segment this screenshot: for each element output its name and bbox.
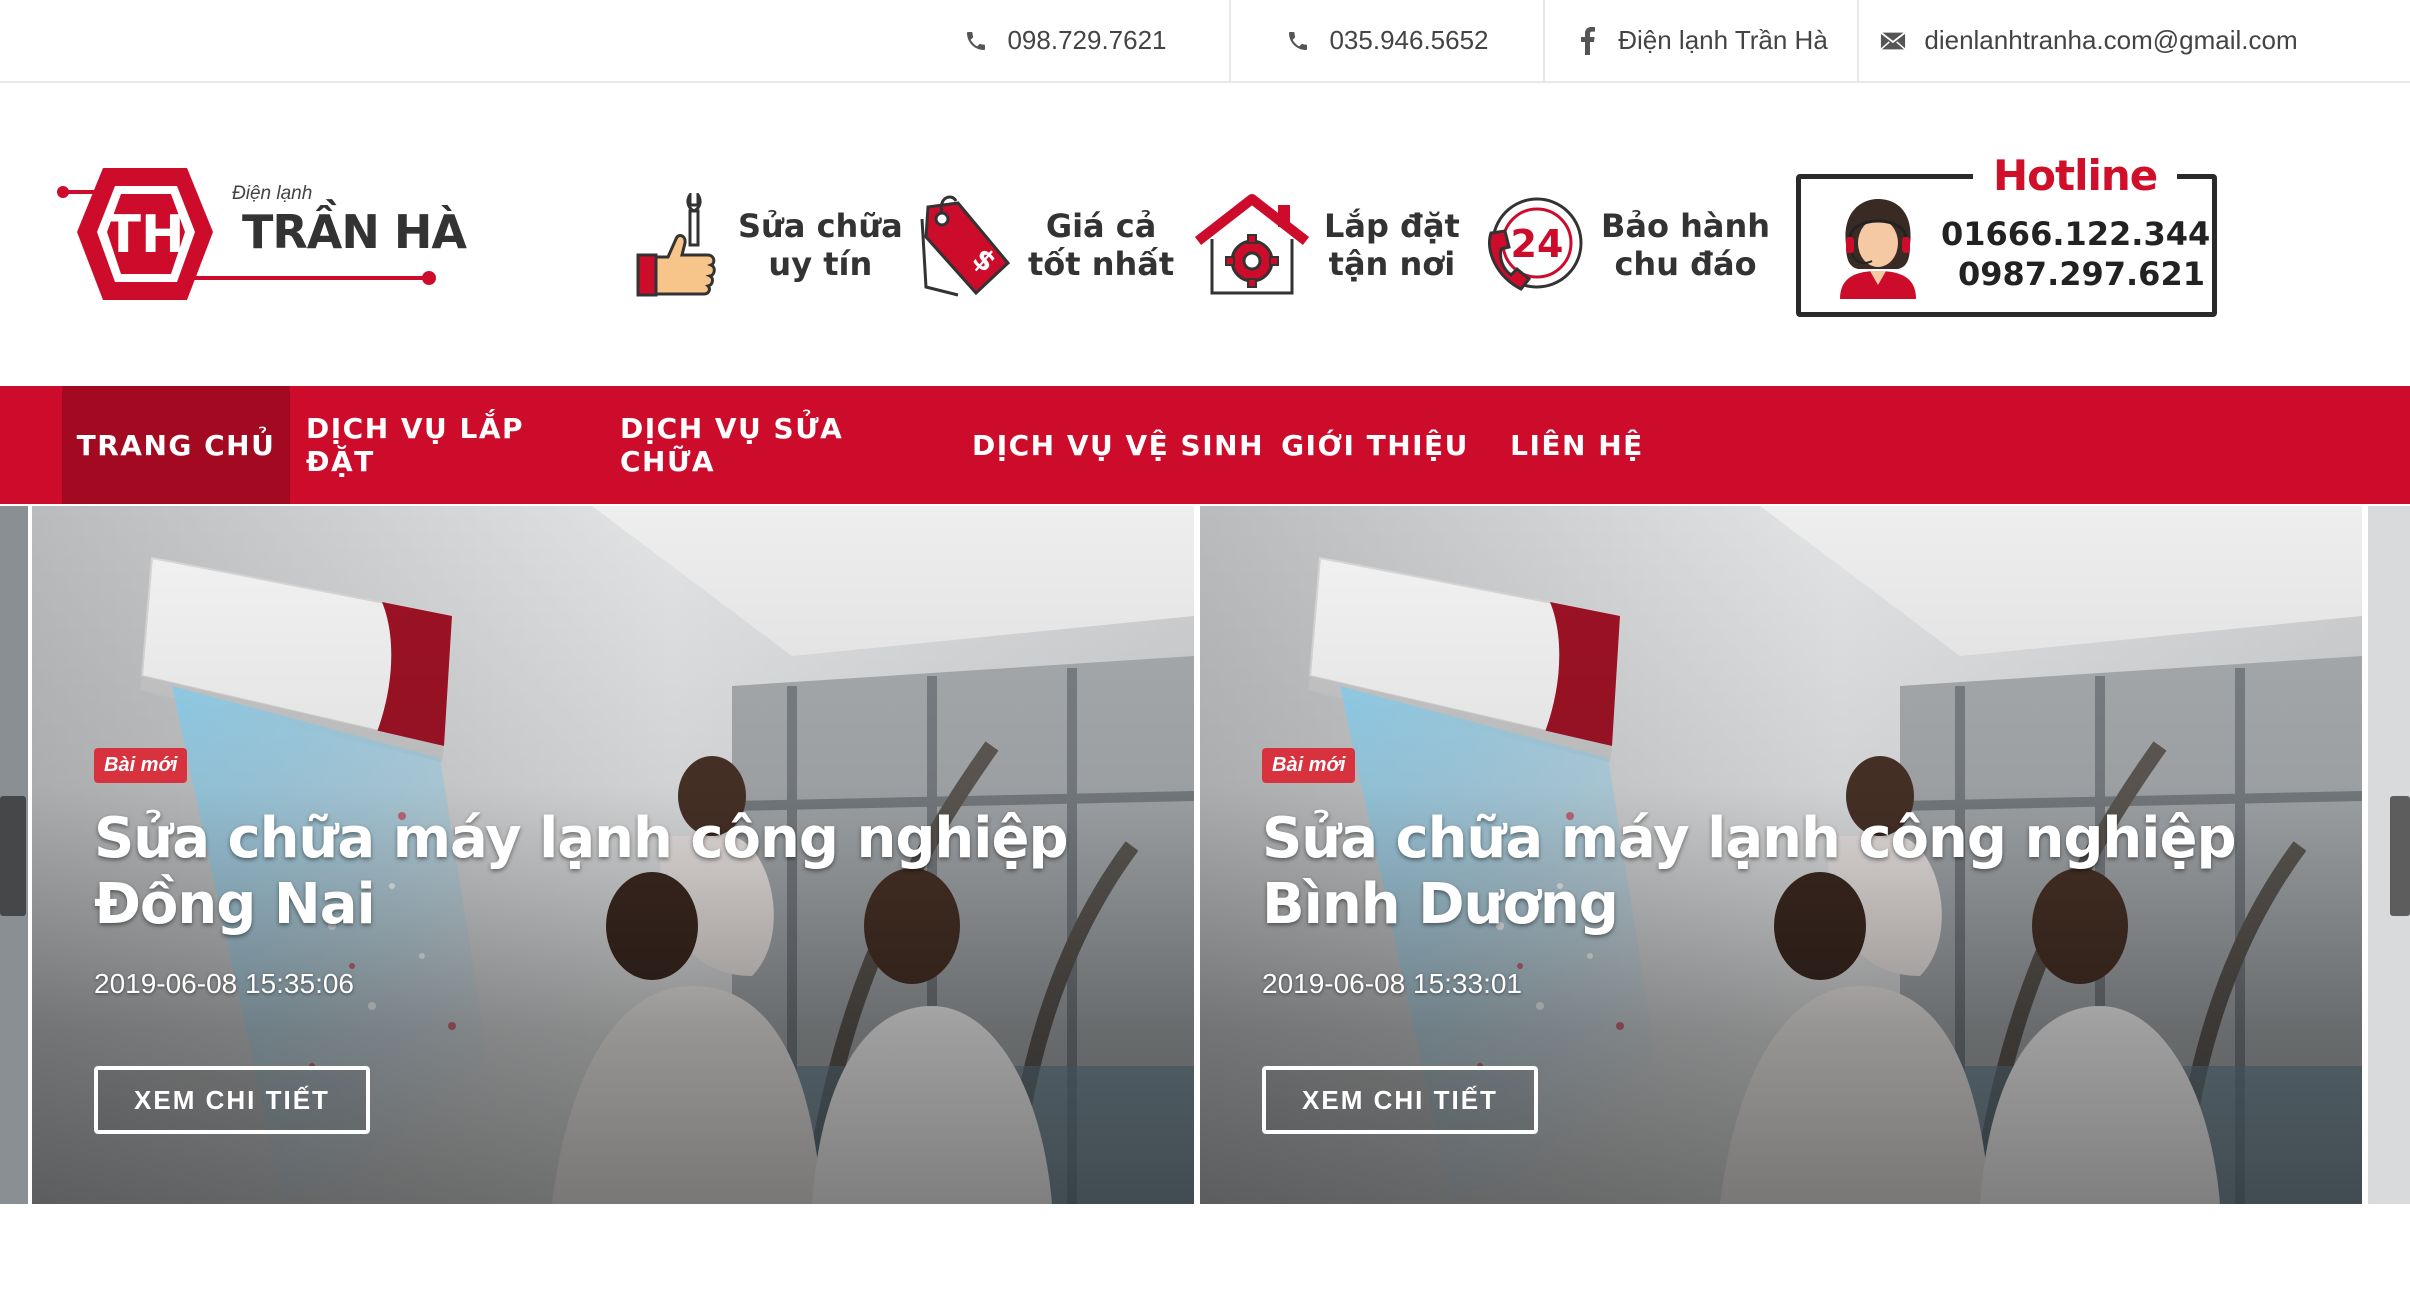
- support-24-icon: 24: [1488, 197, 1583, 291]
- email-link[interactable]: dienlanhtranha.com@gmail.com: [1859, 0, 2319, 81]
- phone-1-text: 098.729.7621: [1007, 25, 1167, 55]
- nav-installation[interactable]: DỊCH VỤ LẮP ĐẶT: [306, 386, 582, 504]
- phone-icon: [1285, 28, 1311, 54]
- nav-contact[interactable]: LIÊN HỆ: [1502, 386, 1652, 504]
- nav-repair[interactable]: DỊCH VỤ SỬA CHỮA: [620, 386, 940, 504]
- post-slider: Bài mới Sửa chữa máy lạnh công nghiệp Đồ…: [0, 506, 2410, 1204]
- price-tag-icon: $: [920, 195, 1011, 297]
- feature-line: chu đáo: [1614, 245, 1757, 283]
- nav-about[interactable]: GIỚI THIỆU: [1280, 386, 1470, 504]
- slide-date: 2019-06-08 15:35:06: [94, 968, 354, 999]
- main-nav: TRANG CHỦ DỊCH VỤ LẮP ĐẶT DỊCH VỤ SỬA CH…: [0, 386, 2410, 504]
- thumbs-up-wrench-icon: [636, 193, 716, 297]
- slider-prev-button[interactable]: [0, 796, 26, 916]
- slide-card[interactable]: Bài mới Sửa chữa máy lạnh công nghiệp Đồ…: [32, 506, 1194, 1204]
- hotline-number-1[interactable]: 01666.122.344: [1941, 215, 2210, 253]
- phone-icon: [963, 28, 989, 54]
- read-more-button[interactable]: XEM CHI TIẾT: [94, 1066, 370, 1134]
- feature-line: uy tín: [768, 245, 873, 283]
- slide-title[interactable]: Sửa chữa máy lạnh công nghiệp Bình Dương: [1262, 806, 2302, 938]
- feature-line: Bảo hành: [1601, 207, 1771, 245]
- support-agent-icon: [1840, 199, 1916, 299]
- logo-monogram: TH: [106, 205, 185, 265]
- slide-title[interactable]: Sửa chữa máy lạnh công nghiệp Đồng Nai: [94, 806, 1134, 938]
- feature-line: Sửa chữa: [738, 207, 903, 245]
- read-more-button[interactable]: XEM CHI TIẾT: [1262, 1066, 1538, 1134]
- nav-cleaning[interactable]: DỊCH VỤ VỆ SINH: [968, 386, 1268, 504]
- slider-next-button[interactable]: [2390, 796, 2410, 916]
- phone-1[interactable]: 098.729.7621: [900, 0, 1230, 81]
- new-post-badge: Bài mới: [94, 748, 188, 783]
- feature-warranty: 24 Bảo hành chu đáo: [1485, 190, 1770, 300]
- hotline-number-2[interactable]: 0987.297.621: [1958, 255, 2205, 293]
- feature-install: Lắp đặt tận nơi: [1194, 190, 1460, 300]
- svg-text:24: 24: [1511, 222, 1564, 266]
- hotline-title: Hotline: [1973, 151, 2178, 200]
- new-post-badge: Bài mới: [1262, 748, 1356, 783]
- feature-line: tận nơi: [1328, 245, 1456, 283]
- feature-line: tốt nhất: [1028, 245, 1175, 283]
- facebook-link[interactable]: Điện lạnh Trần Hà: [1545, 0, 1857, 81]
- feature-price: $ Giá cả tốt nhất: [918, 190, 1174, 300]
- slide-date: 2019-06-08 15:33:01: [1262, 968, 1522, 999]
- facebook-icon: [1574, 26, 1600, 55]
- feature-repair: Sửa chữa uy tín: [636, 190, 903, 300]
- email-text: dienlanhtranha.com@gmail.com: [1924, 25, 2298, 55]
- phone-2-text: 035.946.5652: [1329, 25, 1489, 55]
- slide-card[interactable]: Bài mới Sửa chữa máy lạnh công nghiệp Bì…: [1200, 506, 2362, 1204]
- nav-home[interactable]: TRANG CHỦ: [62, 386, 290, 504]
- mail-icon: [1880, 28, 1907, 54]
- house-gear-icon: [1194, 194, 1310, 295]
- top-bar: 098.729.7621 035.946.5652 Điện lạnh Trần…: [0, 0, 2410, 83]
- logo-tagline: Điện lạnh: [232, 183, 313, 204]
- facebook-text: Điện lạnh Trần Hà: [1618, 25, 1828, 55]
- phone-2[interactable]: 035.946.5652: [1231, 0, 1543, 81]
- feature-line: Lắp đặt: [1324, 207, 1460, 245]
- hotline-box[interactable]: Hotline 01666.122.344 0987.297.621: [1796, 151, 2217, 317]
- feature-line: Giá cả: [1045, 207, 1157, 245]
- logo-name: TRẦN HÀ: [242, 205, 467, 259]
